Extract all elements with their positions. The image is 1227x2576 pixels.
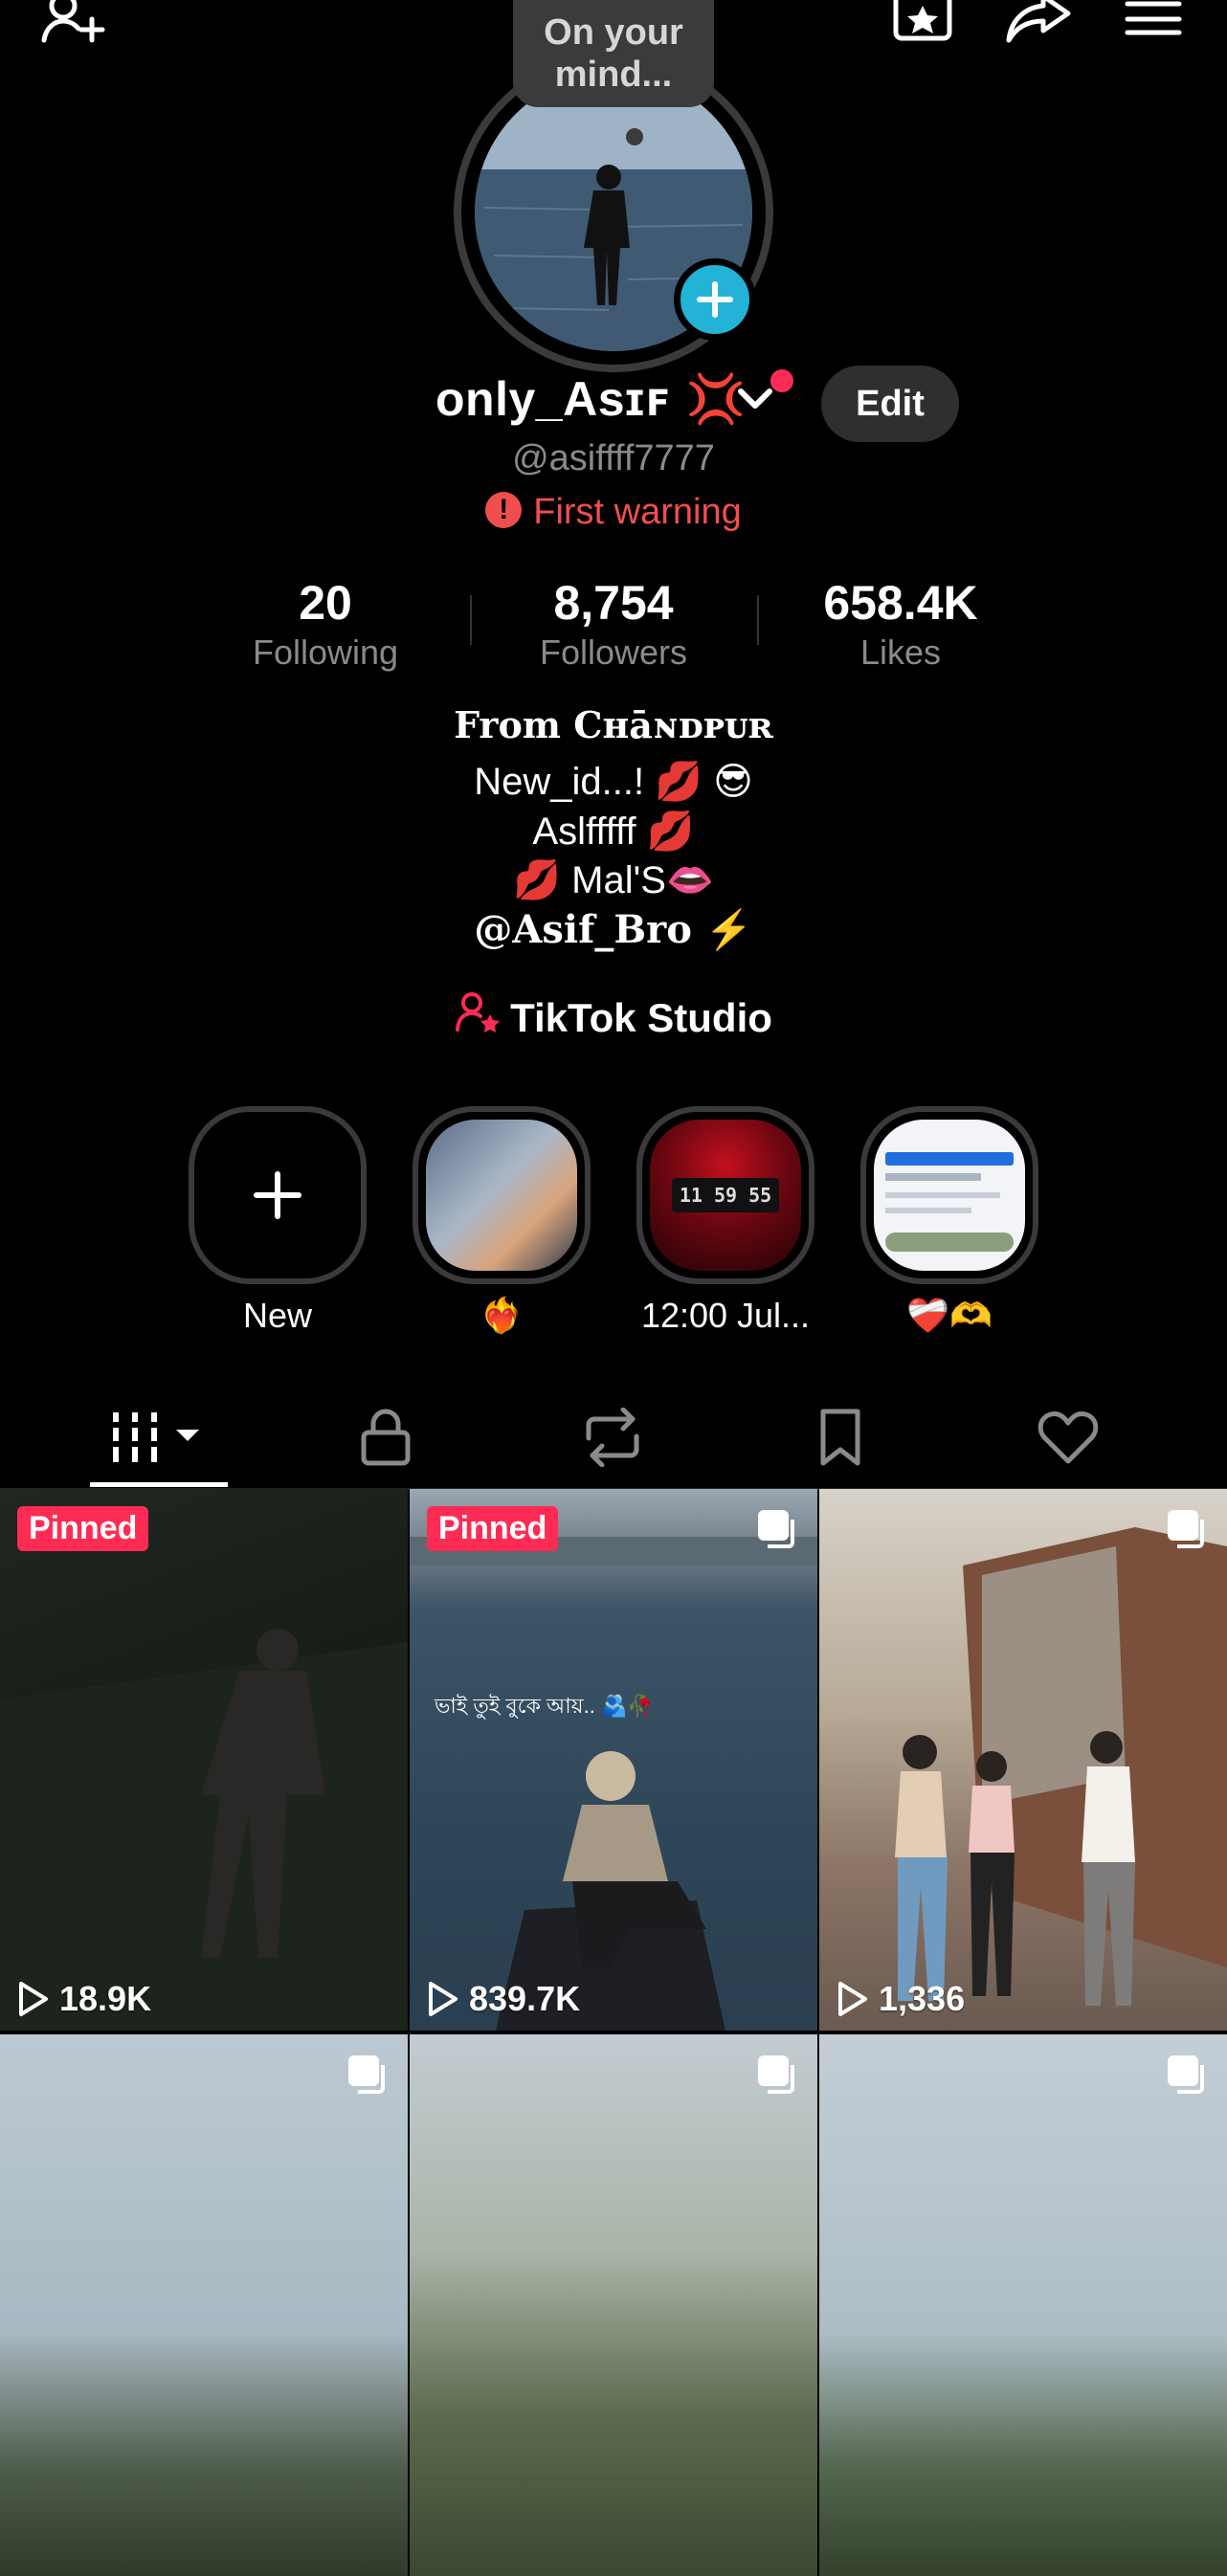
highlight-item[interactable]: ❤️‍🔥: [413, 1106, 591, 1336]
video-caption: ভাই তুই বুকে আয়.. 🫂🥀: [435, 1694, 654, 1718]
grid-icon: [113, 1412, 199, 1462]
pinned-badge: Pinned: [427, 1506, 559, 1551]
following-count: 20: [299, 576, 352, 630]
highlight-ring: [413, 1106, 591, 1284]
view-count: 839.7K: [425, 1979, 580, 2019]
multi-clip-icon: [346, 2054, 389, 2100]
highlight-label: 12:00 Jul...: [640, 1296, 811, 1335]
notification-dot: [770, 369, 793, 392]
highlight-label: New: [242, 1296, 313, 1335]
tab-favorites[interactable]: [783, 1404, 898, 1471]
username-handle: @asiffff7777: [512, 438, 715, 478]
edit-profile-button[interactable]: Edit: [821, 366, 959, 442]
following-label: Following: [252, 633, 399, 672]
highlight-label: ❤️‍🔥: [480, 1296, 524, 1335]
multi-clip-icon: [1166, 1508, 1208, 1555]
stat-divider: [470, 595, 472, 645]
highlight-thumbnail: [426, 1120, 577, 1271]
active-tab-indicator: [90, 1482, 228, 1487]
display-name: only_Asɪꜰ 💢: [435, 372, 747, 426]
highlight-new[interactable]: New: [189, 1106, 367, 1336]
video-tile[interactable]: [410, 2034, 817, 2576]
warning-text: First warning: [533, 492, 742, 532]
view-count: 18.9K: [15, 1979, 151, 2019]
tab-videos[interactable]: [101, 1404, 216, 1471]
warning-icon: !: [485, 491, 523, 528]
bio-line: From Cʜāɴᴅᴘᴜʀ: [454, 703, 773, 746]
view-count-text: 18.9K: [59, 1979, 152, 2018]
star-bookmark-icon[interactable]: [892, 0, 953, 48]
tab-reposts[interactable]: [555, 1404, 670, 1471]
view-count-text: 839.7K: [469, 1979, 581, 2018]
add-story-button[interactable]: [674, 258, 756, 341]
bio-line: New_id...! 💋 😎: [474, 761, 753, 803]
video-tile[interactable]: [819, 2034, 1227, 2576]
heart-icon: [1037, 1411, 1099, 1464]
bookmark-icon: [820, 1409, 860, 1466]
view-count-text: 1,336: [879, 1979, 966, 2018]
video-tile[interactable]: ভাই তুই বুকে আয়.. 🫂🥀 Pinned 839.7K: [410, 1489, 817, 2031]
bio-line: 💋 Mal'S👄: [513, 859, 714, 901]
play-icon: [838, 1982, 867, 2016]
plus-icon: [697, 281, 733, 318]
multi-clip-icon: [1166, 2054, 1208, 2100]
on-your-mind-bubble[interactable]: On your mind...: [513, 0, 714, 107]
tiktok-studio-link[interactable]: TikTok Studio: [0, 992, 1227, 1047]
likes-label: Likes: [859, 633, 942, 672]
hamburger-menu-icon[interactable]: [1124, 0, 1183, 48]
followers-label: Followers: [539, 633, 688, 672]
creator-star-icon: [455, 991, 501, 1043]
stat-divider: [757, 595, 759, 645]
repost-icon: [586, 1408, 639, 1467]
multi-clip-icon: [756, 1508, 798, 1555]
chevron-down-icon[interactable]: [737, 387, 773, 416]
play-icon: [429, 1982, 457, 2016]
video-tile[interactable]: [0, 2034, 408, 2576]
highlight-item[interactable]: 11 59 55 12:00 Jul...: [636, 1106, 814, 1336]
highlight-item[interactable]: ❤️‍🩹🫶: [860, 1106, 1038, 1336]
play-icon: [19, 1982, 48, 2016]
share-arrow-icon[interactable]: [1005, 0, 1074, 48]
stat-likes[interactable]: 658.4K Likes: [776, 574, 1025, 674]
tab-private[interactable]: [328, 1404, 443, 1471]
new-highlight-ring: [189, 1106, 367, 1284]
highlight-thumbnail: 11 59 55: [650, 1120, 801, 1271]
stat-following[interactable]: 20 Following: [201, 574, 450, 674]
tab-liked[interactable]: [1011, 1404, 1126, 1471]
video-tile[interactable]: Pinned 18.9K: [0, 1489, 408, 2031]
video-tile[interactable]: 1,336: [819, 1489, 1227, 2031]
highlight-label: ❤️‍🩹🫶: [906, 1296, 993, 1335]
highlight-thumbnail: [874, 1120, 1025, 1271]
name-row: only_Asɪꜰ 💢 Edit: [0, 366, 1227, 442]
pinned-badge: Pinned: [17, 1506, 149, 1551]
likes-count: 658.4K: [823, 576, 978, 630]
view-count: 1,336: [835, 1979, 965, 2019]
multi-clip-icon: [756, 2054, 798, 2100]
bio-line: @Asif_Bro ⚡: [474, 907, 753, 952]
clock-display: 11 59 55: [671, 1178, 780, 1212]
highlight-ring: [860, 1106, 1038, 1284]
add-friend-icon[interactable]: [40, 0, 107, 48]
profile-tabs: [0, 1383, 1227, 1490]
stat-followers[interactable]: 8,754 Followers: [489, 574, 738, 674]
highlight-ring: 11 59 55: [636, 1106, 814, 1284]
studio-label: TikTok Studio: [510, 995, 772, 1041]
first-warning-link[interactable]: ! First warning: [0, 491, 1227, 533]
followers-count: 8,754: [553, 576, 674, 630]
bubble-tail-dot: [626, 128, 643, 145]
lock-icon: [361, 1409, 411, 1466]
bio-line: Aslfffff 💋: [532, 811, 695, 853]
plus-icon: [254, 1171, 301, 1219]
